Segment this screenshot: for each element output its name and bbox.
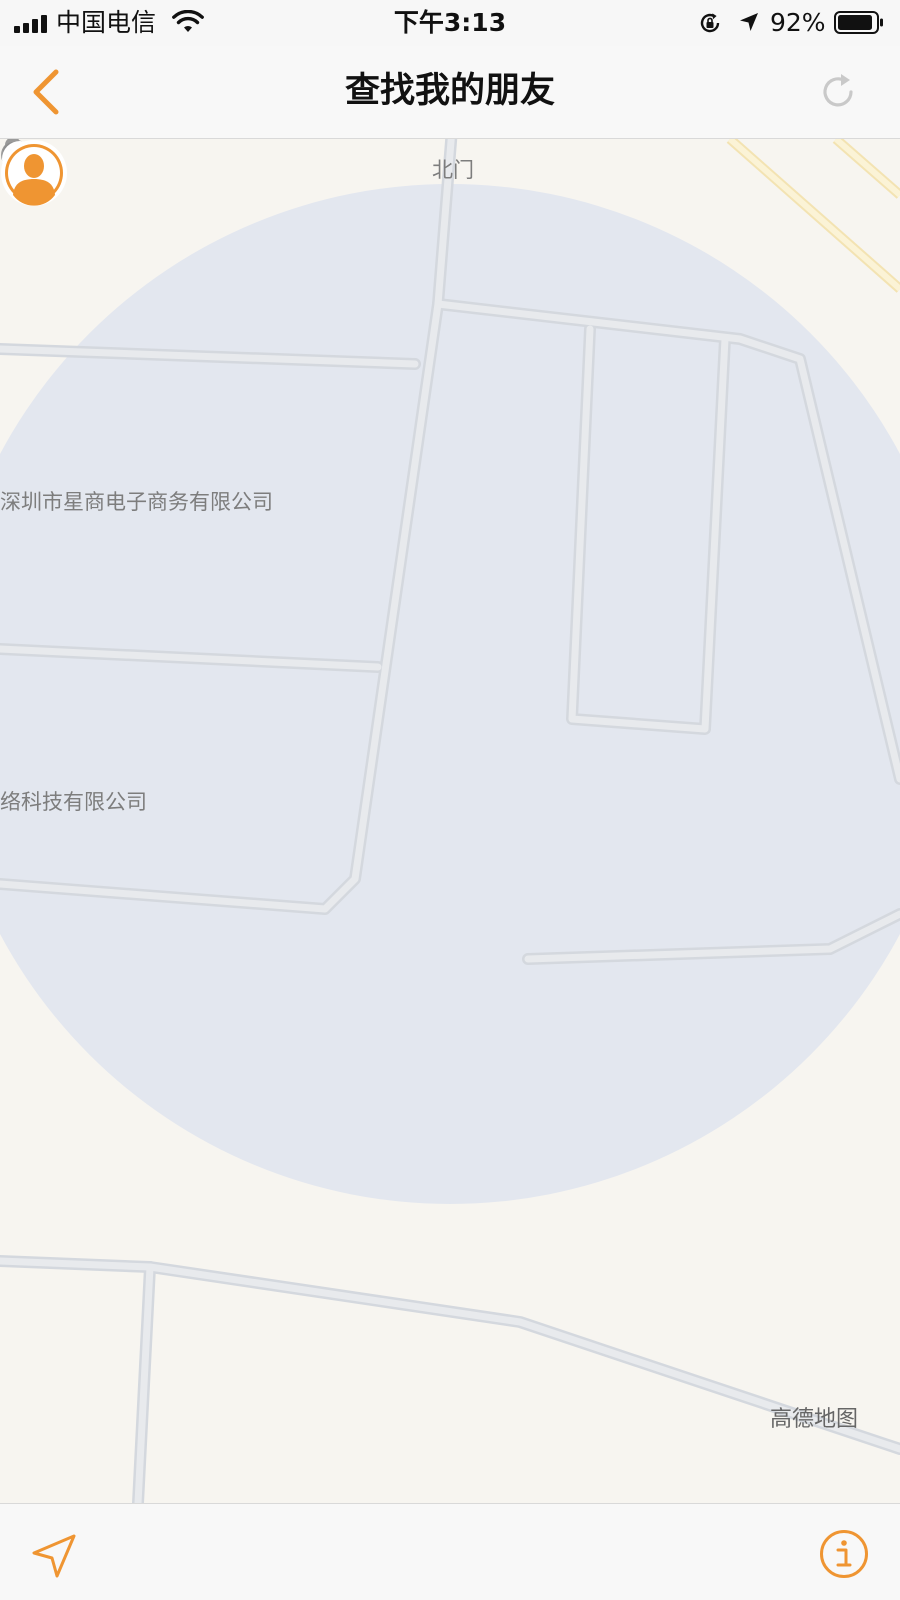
- map-view[interactable]: 北门 P 深圳市星商电子商务有限公司 络科技有限公司 高德地图: [0, 139, 900, 1503]
- info-icon[interactable]: [818, 1528, 870, 1580]
- status-bar: 中国电信 下午3:13 92%: [0, 0, 900, 46]
- location-accuracy-circle: [0, 184, 900, 1204]
- refresh-icon[interactable]: [816, 70, 860, 114]
- battery-icon: [834, 11, 883, 34]
- navigation-bar: 查找我的朋友: [0, 46, 900, 139]
- location-arrow-icon: [740, 13, 758, 31]
- orientation-lock-icon: [700, 13, 720, 33]
- status-time: 下午3:13: [393, 8, 507, 37]
- poi-label-north-gate[interactable]: 北门: [432, 157, 474, 183]
- battery-percent: 92%: [770, 8, 826, 37]
- page-title: 查找我的朋友: [344, 71, 555, 111]
- location-arrow-outline-icon[interactable]: [28, 1530, 80, 1582]
- find-friends-screen: 中国电信 下午3:13 92% 查找我的朋友 北门 深圳市星商电子商务有限公司 …: [0, 0, 900, 1600]
- poi-label-company-1[interactable]: 深圳市星商电子商务有限公司: [0, 489, 273, 515]
- poi-label-company-2[interactable]: 络科技有限公司: [0, 789, 147, 815]
- map-canvas: [0, 139, 900, 1503]
- map-provider-brand: 高德地图: [770, 1407, 859, 1432]
- bottom-toolbar: [0, 1503, 900, 1600]
- friend-avatar-icon[interactable]: [0, 139, 68, 207]
